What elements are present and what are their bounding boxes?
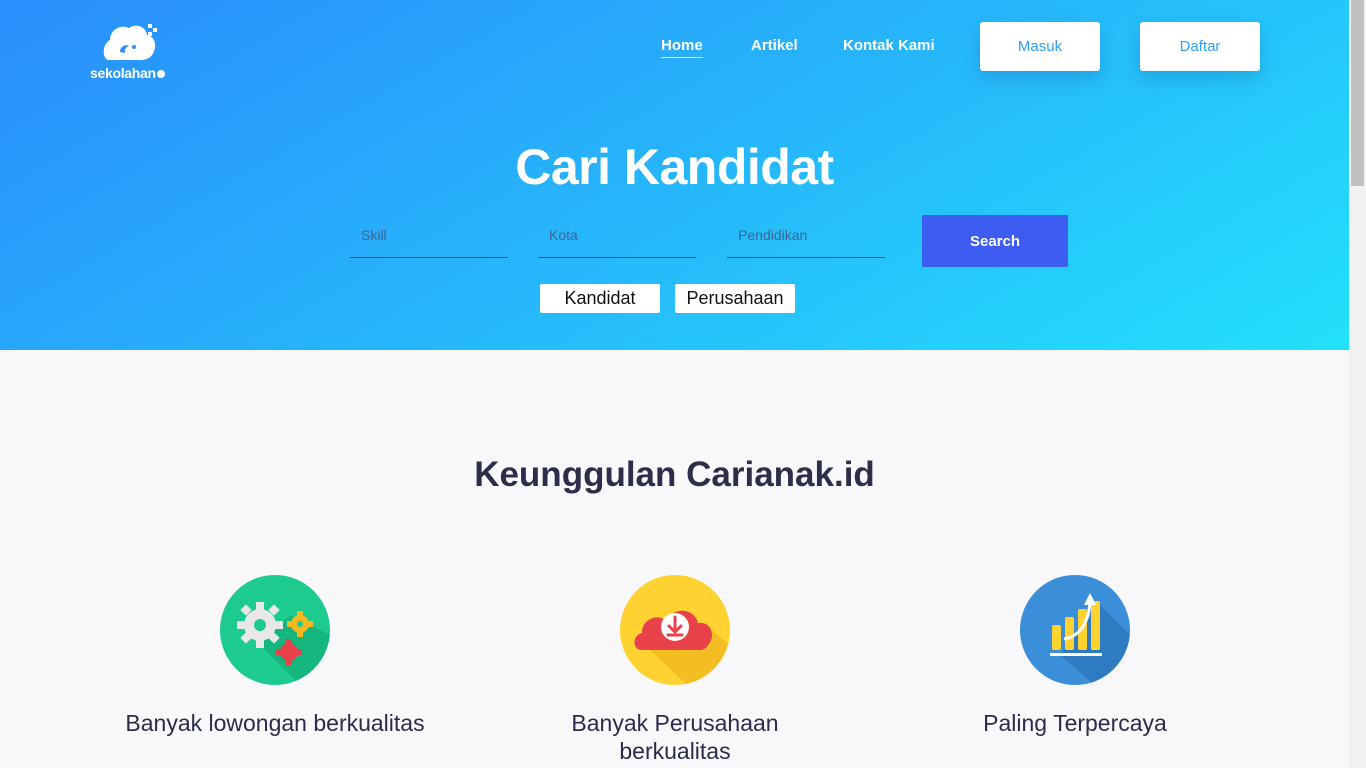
search-button[interactable]: Search: [922, 215, 1068, 267]
feature-label: Banyak lowongan berkualitas: [125, 710, 425, 736]
page-scrollbar[interactable]: [1349, 0, 1366, 768]
feature-label: Banyak Perusahaan berkualitas: [571, 710, 779, 764]
logo-text: sekolahan: [90, 65, 165, 81]
nav-artikel[interactable]: Artikel: [751, 37, 798, 54]
feature-card-perusahaan: Banyak Perusahaan berkualitas: [525, 575, 825, 765]
logo-mark-icon: [103, 24, 157, 60]
feature-label: Paling Terpercaya: [983, 710, 1167, 736]
city-field: [538, 215, 696, 258]
skill-input[interactable]: [350, 215, 508, 255]
nav-kontak[interactable]: Kontak Kami: [843, 37, 935, 54]
toggle-kandidat[interactable]: Kandidat: [540, 284, 660, 313]
brand-logo[interactable]: sekolahan: [90, 22, 180, 84]
skill-field: [350, 215, 508, 258]
education-input[interactable]: [727, 215, 885, 255]
feature-card-lowongan: Banyak lowongan berkualitas: [125, 575, 425, 737]
section-title: Keunggulan Carianak.id: [474, 455, 875, 494]
register-button[interactable]: Daftar: [1140, 22, 1260, 71]
toggle-perusahaan[interactable]: Perusahaan: [675, 284, 795, 313]
education-field: [727, 215, 885, 258]
city-input[interactable]: [538, 215, 696, 255]
logo-suffix-icon: [156, 70, 165, 79]
feature-card-terpercaya: Paling Terpercaya: [925, 575, 1225, 737]
nav-home[interactable]: Home: [661, 37, 703, 58]
page: sekolahan Home Artikel Kontak Kami Masuk…: [0, 0, 1349, 768]
hero-title: Cari Kandidat: [515, 139, 834, 195]
scrollbar-thumb[interactable]: [1351, 0, 1364, 186]
gears-icon: [220, 575, 330, 685]
hero-header: sekolahan Home Artikel Kontak Kami Masuk…: [0, 0, 1349, 350]
growth-chart-icon: [1020, 575, 1130, 685]
login-button[interactable]: Masuk: [980, 22, 1100, 71]
cloud-download-icon: [620, 575, 730, 685]
